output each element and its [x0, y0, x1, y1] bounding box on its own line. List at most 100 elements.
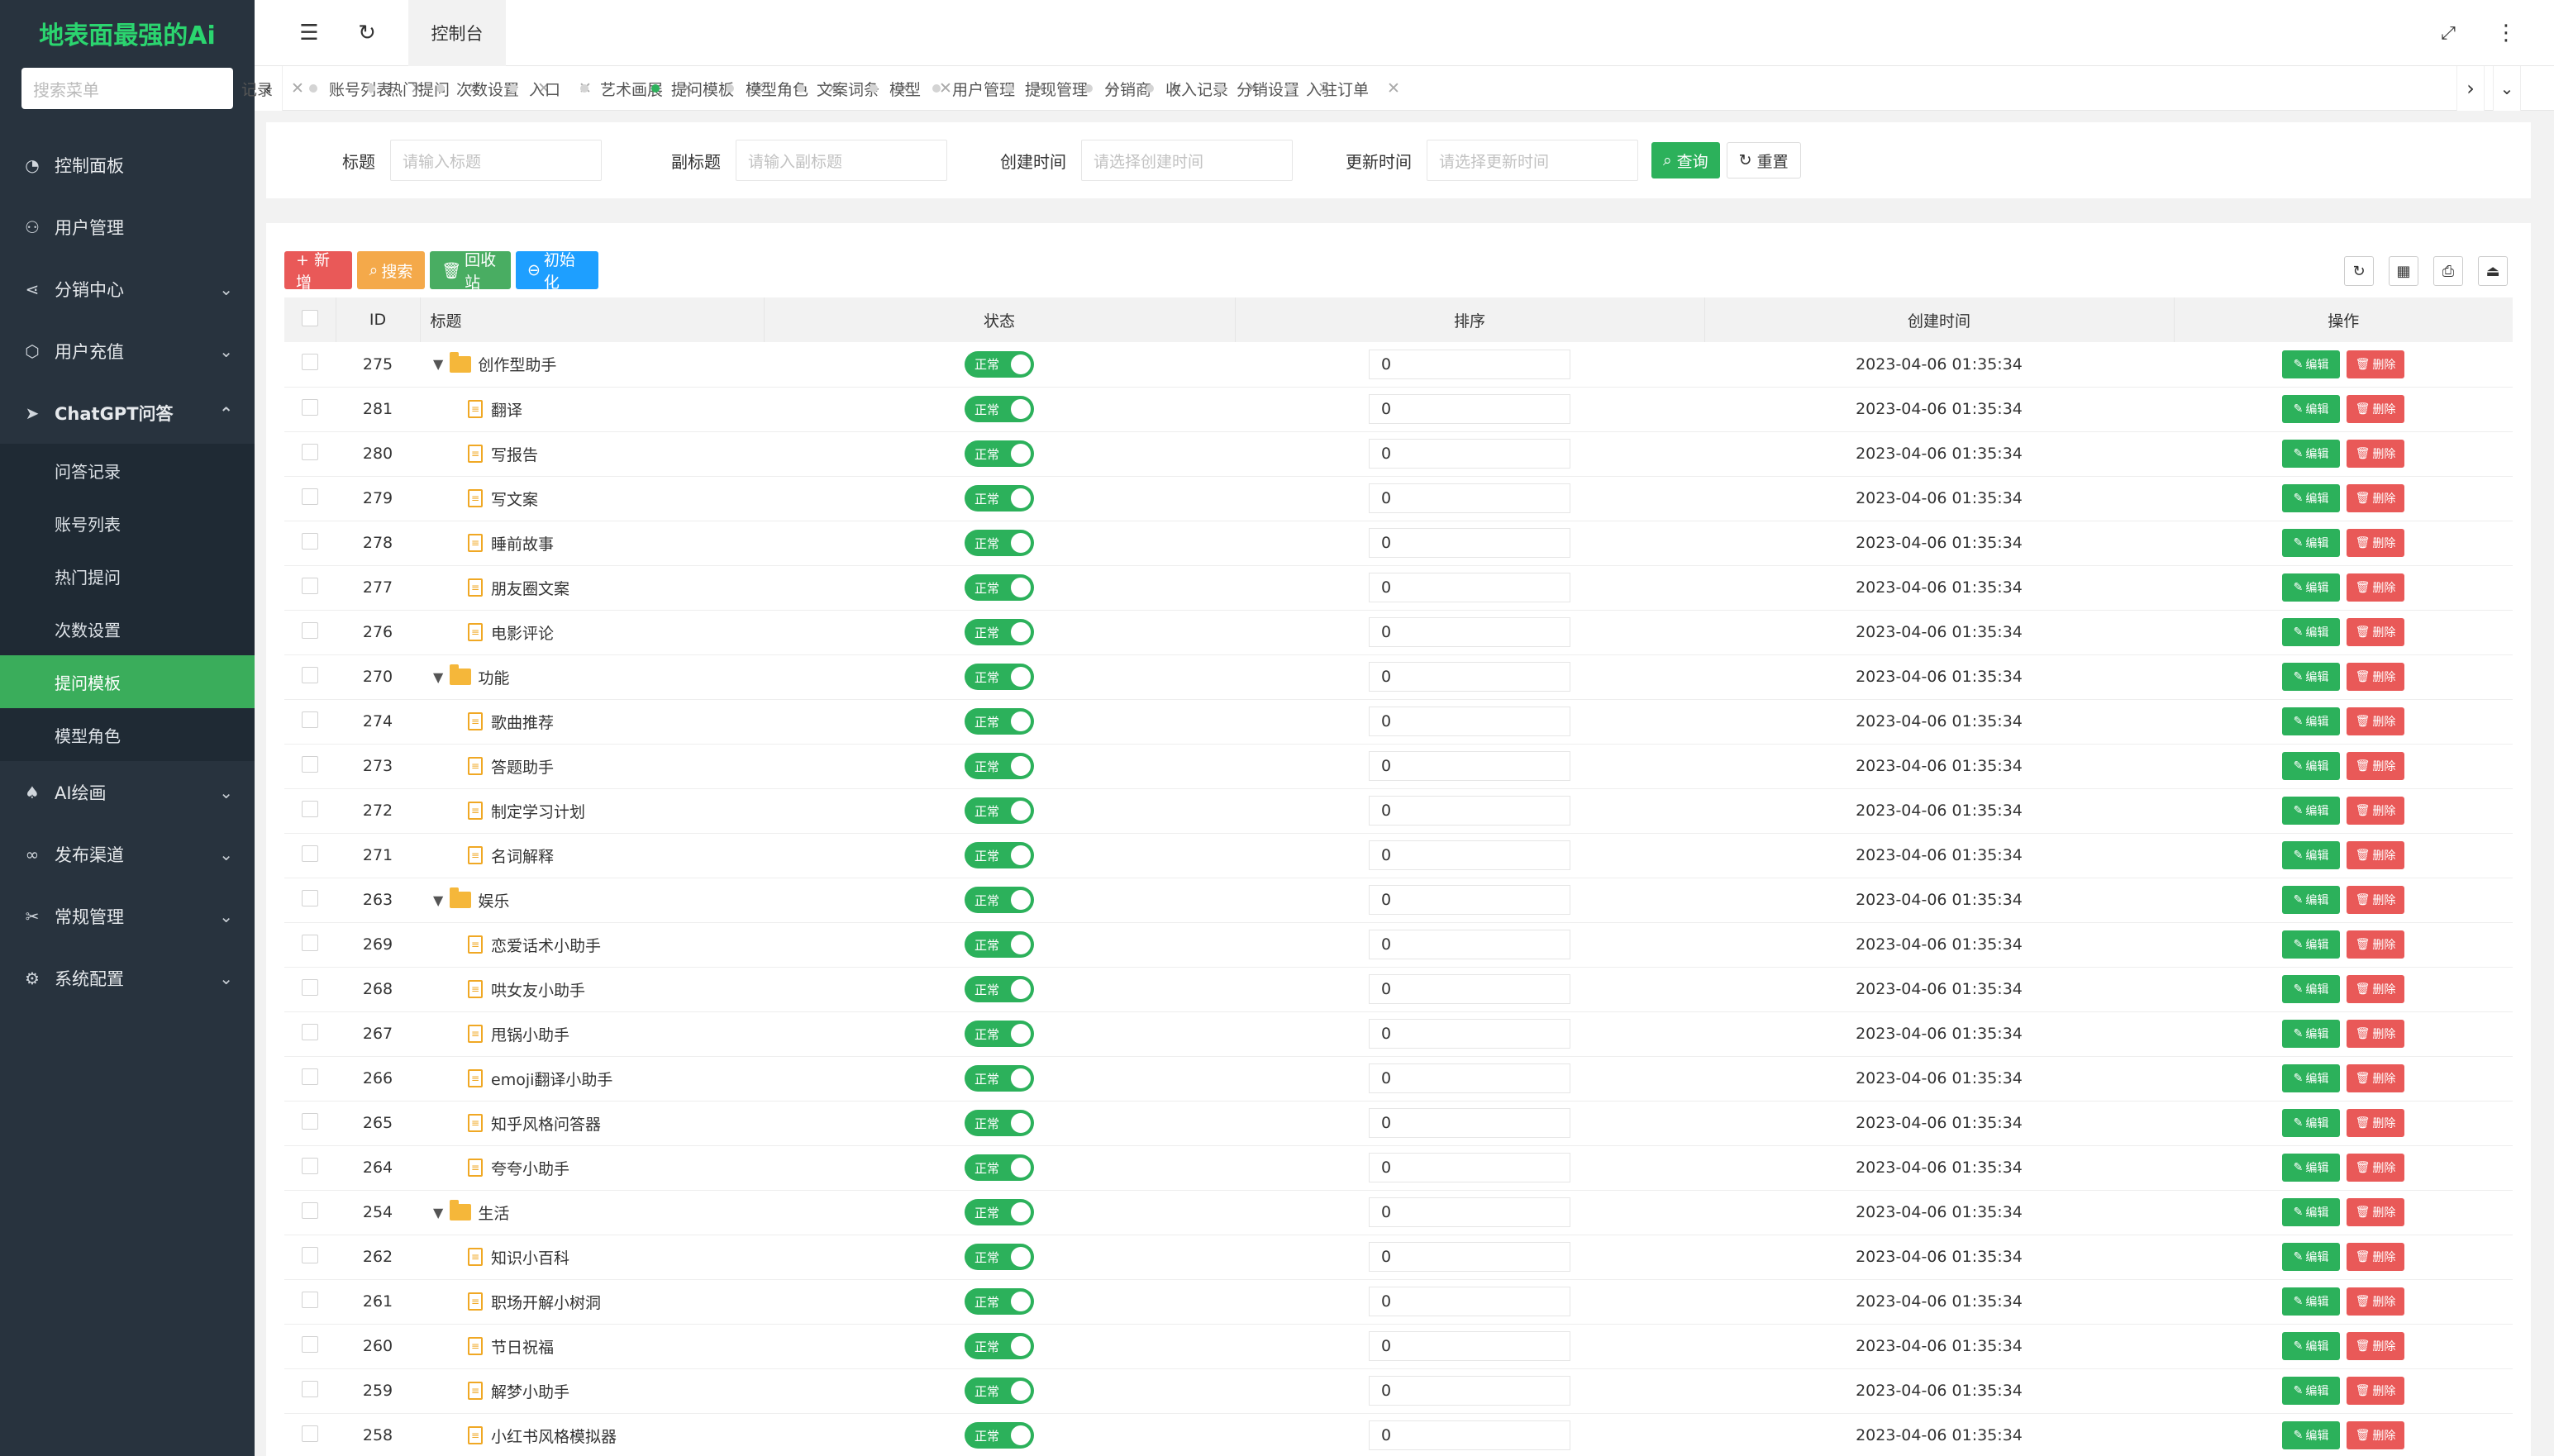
sidebar-item[interactable]: ♠ AI绘画 ⌄ — [0, 761, 255, 823]
refresh-table-icon[interactable]: ↻ — [2344, 256, 2374, 286]
edit-button[interactable]: ✎ 编辑 — [2282, 1020, 2340, 1048]
status-toggle[interactable]: 正常 — [965, 619, 1034, 645]
menu-search-input[interactable]: 搜索菜单 — [21, 68, 233, 109]
delete-button[interactable]: 🗑 删除 — [2347, 886, 2404, 914]
edit-button[interactable]: ✎ 编辑 — [2282, 573, 2340, 602]
select-all-checkbox[interactable] — [301, 309, 318, 326]
delete-button[interactable]: 🗑 删除 — [2347, 707, 2404, 735]
row-checkbox[interactable] — [302, 1425, 318, 1442]
submenu-item[interactable]: 问答记录 — [0, 444, 255, 497]
init-button[interactable]: ⊖ 初始化 — [516, 251, 598, 292]
status-toggle[interactable]: 正常 — [965, 1199, 1034, 1225]
status-toggle[interactable]: 正常 — [965, 440, 1034, 467]
submenu-item[interactable]: 账号列表 — [0, 497, 255, 550]
sort-input[interactable]: 0 — [1369, 1420, 1570, 1450]
sidebar-item[interactable]: ∞ 发布渠道 ⌄ — [0, 823, 255, 885]
row-checkbox[interactable] — [302, 1201, 318, 1219]
status-toggle[interactable]: 正常 — [965, 1244, 1034, 1270]
edit-button[interactable]: ✎ 编辑 — [2282, 1198, 2340, 1226]
sidebar-item[interactable]: ⚙ 系统配置 ⌄ — [0, 947, 255, 1009]
sort-input[interactable]: 0 — [1369, 483, 1570, 513]
row-checkbox[interactable] — [302, 398, 318, 416]
row-checkbox[interactable] — [302, 845, 318, 862]
subtitle-filter-input[interactable]: 请输入副标题 — [736, 140, 947, 181]
edit-button[interactable]: ✎ 编辑 — [2282, 1064, 2340, 1092]
created-filter-input[interactable]: 请选择创建时间 — [1081, 140, 1293, 181]
edit-button[interactable]: ✎ 编辑 — [2282, 886, 2340, 914]
status-toggle[interactable]: 正常 — [965, 1333, 1034, 1359]
row-checkbox[interactable] — [302, 978, 318, 996]
row-checkbox[interactable] — [302, 621, 318, 639]
sidebar-item[interactable]: ➤ ChatGPT问答 ⌃ — [0, 382, 255, 444]
row-checkbox[interactable] — [302, 800, 318, 817]
edit-button[interactable]: ✎ 编辑 — [2282, 1332, 2340, 1360]
row-checkbox[interactable] — [302, 354, 318, 371]
add-button[interactable]: + 新增 — [284, 251, 352, 292]
edit-button[interactable]: ✎ 编辑 — [2282, 1243, 2340, 1271]
row-checkbox[interactable] — [302, 1291, 318, 1308]
edit-button[interactable]: ✎ 编辑 — [2282, 395, 2340, 423]
status-toggle[interactable]: 正常 — [965, 976, 1034, 1002]
delete-button[interactable]: 🗑 删除 — [2347, 1020, 2404, 1048]
row-checkbox[interactable] — [302, 488, 318, 505]
status-toggle[interactable]: 正常 — [965, 1110, 1034, 1136]
expand-triangle-icon[interactable]: ▼ — [433, 1205, 443, 1220]
delete-button[interactable]: 🗑 删除 — [2347, 395, 2404, 423]
row-checkbox[interactable] — [302, 1068, 318, 1085]
delete-button[interactable]: 🗑 删除 — [2347, 752, 2404, 780]
edit-button[interactable]: ✎ 编辑 — [2282, 663, 2340, 691]
recycle-bin-button[interactable]: 🗑 回收站 — [430, 251, 511, 292]
row-checkbox[interactable] — [302, 1112, 318, 1130]
status-toggle[interactable]: 正常 — [965, 753, 1034, 779]
sidebar-item[interactable]: ⚇ 用户管理 — [0, 196, 255, 258]
sort-input[interactable]: 0 — [1369, 796, 1570, 826]
delete-button[interactable]: 🗑 删除 — [2347, 975, 2404, 1003]
sidebar-item[interactable]: ⬡ 用户充值 ⌄ — [0, 320, 255, 382]
submenu-item[interactable]: 次数设置 — [0, 602, 255, 655]
row-checkbox[interactable] — [302, 1380, 318, 1397]
edit-button[interactable]: ✎ 编辑 — [2282, 529, 2340, 557]
console-tab[interactable]: 控制台 — [408, 0, 506, 66]
status-toggle[interactable]: 正常 — [965, 574, 1034, 601]
sort-input[interactable]: 0 — [1369, 885, 1570, 915]
status-toggle[interactable]: 正常 — [965, 1377, 1034, 1404]
columns-icon[interactable]: ▦ — [2389, 256, 2418, 286]
updated-filter-input[interactable]: 请选择更新时间 — [1427, 140, 1638, 181]
status-toggle[interactable]: 正常 — [965, 1021, 1034, 1047]
delete-button[interactable]: 🗑 删除 — [2347, 1198, 2404, 1226]
edit-button[interactable]: ✎ 编辑 — [2282, 752, 2340, 780]
status-toggle[interactable]: 正常 — [965, 664, 1034, 690]
delete-button[interactable]: 🗑 删除 — [2347, 797, 2404, 825]
status-toggle[interactable]: 正常 — [965, 842, 1034, 868]
edit-button[interactable]: ✎ 编辑 — [2282, 440, 2340, 468]
row-checkbox[interactable] — [302, 1335, 318, 1353]
sort-input[interactable]: 0 — [1369, 617, 1570, 647]
edit-button[interactable]: ✎ 编辑 — [2282, 484, 2340, 512]
sidebar-item[interactable]: ◔ 控制面板 — [0, 134, 255, 196]
row-checkbox[interactable] — [302, 934, 318, 951]
more-icon[interactable]: ⋮ — [2481, 0, 2531, 66]
query-button[interactable]: ⌕ 查询 — [1651, 142, 1720, 178]
edit-button[interactable]: ✎ 编辑 — [2282, 1109, 2340, 1137]
status-toggle[interactable]: 正常 — [965, 1154, 1034, 1181]
sort-input[interactable]: 0 — [1369, 1108, 1570, 1138]
delete-button[interactable]: 🗑 删除 — [2347, 440, 2404, 468]
delete-button[interactable]: 🗑 删除 — [2347, 1154, 2404, 1182]
delete-button[interactable]: 🗑 删除 — [2347, 1287, 2404, 1316]
fullscreen-icon[interactable]: ⤢ — [2423, 0, 2473, 66]
delete-button[interactable]: 🗑 删除 — [2347, 1243, 2404, 1271]
sort-input[interactable]: 0 — [1369, 751, 1570, 781]
status-toggle[interactable]: 正常 — [965, 396, 1034, 422]
status-toggle[interactable]: 正常 — [965, 797, 1034, 824]
sort-input[interactable]: 0 — [1369, 1242, 1570, 1272]
status-toggle[interactable]: 正常 — [965, 887, 1034, 913]
row-checkbox[interactable] — [302, 889, 318, 906]
edit-button[interactable]: ✎ 编辑 — [2282, 841, 2340, 869]
expand-triangle-icon[interactable]: ▼ — [433, 892, 443, 908]
delete-button[interactable]: 🗑 删除 — [2347, 618, 2404, 646]
sort-input[interactable]: 0 — [1369, 662, 1570, 692]
sort-input[interactable]: 0 — [1369, 349, 1570, 379]
expand-triangle-icon[interactable]: ▼ — [433, 356, 443, 372]
tabs-next-icon[interactable]: › — [2456, 66, 2485, 111]
close-icon[interactable]: ✕ — [1387, 79, 1400, 98]
